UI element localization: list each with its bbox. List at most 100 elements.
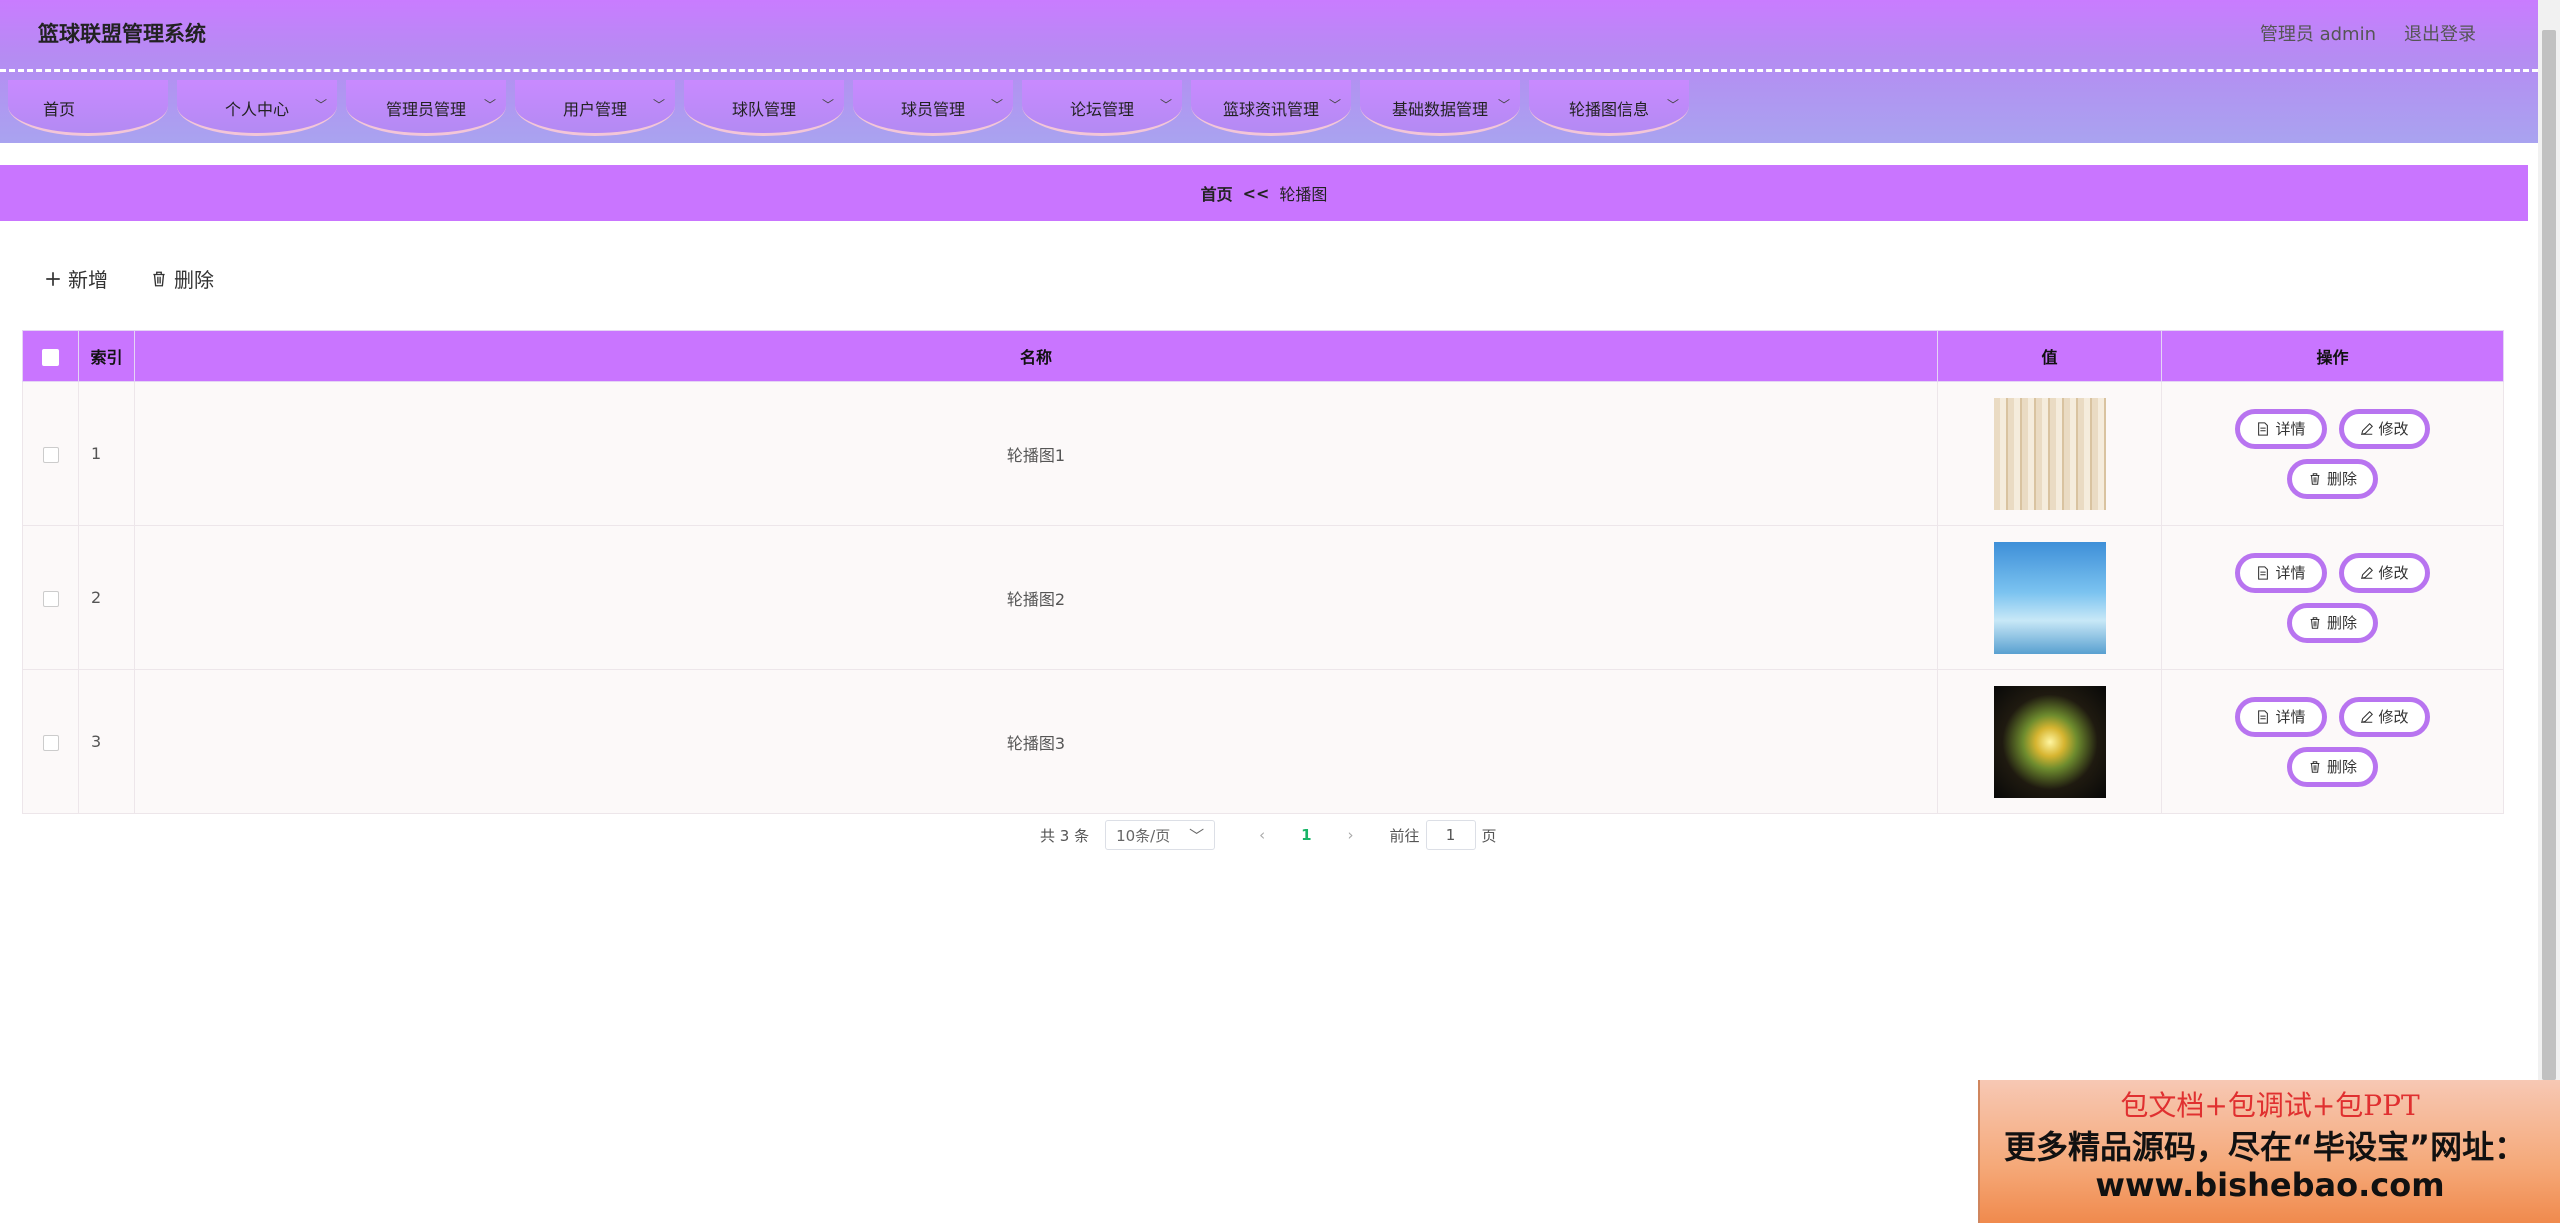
user-box: 管理员 admin 退出登录: [2260, 20, 2476, 46]
trash-icon: [2310, 472, 2320, 485]
nav-item-news[interactable]: 篮球资讯管理 ﹀: [1191, 80, 1351, 136]
page-scrollbar[interactable]: [2538, 0, 2560, 1223]
page-size-select[interactable]: 10条/页 ﹀: [1105, 820, 1216, 850]
nav-item-forum[interactable]: 论坛管理 ﹀: [1022, 80, 1182, 136]
nav-item-players[interactable]: 球员管理 ﹀: [853, 80, 1013, 136]
table-row: 2 轮播图2 详情 修改 删除: [22, 525, 2504, 670]
nav-item-label: 基础数据管理: [1391, 100, 1488, 119]
app-title: 篮球联盟管理系统: [38, 22, 206, 46]
detail-button[interactable]: 详情: [2235, 696, 2327, 737]
chevron-down-icon: ﹀: [314, 98, 327, 112]
column-header-actions: 操作: [2161, 330, 2504, 382]
edit-icon: [2360, 710, 2373, 723]
column-header-index: 索引: [78, 330, 135, 382]
nav-item-admin[interactable]: 管理员管理 ﹀: [346, 80, 506, 136]
delete-button[interactable]: 删除: [2286, 746, 2378, 787]
nav-item-label: 球员管理: [900, 100, 965, 119]
chevron-down-icon: ﹀: [1497, 98, 1510, 112]
batch-delete-button[interactable]: 删除: [150, 264, 214, 293]
edit-button[interactable]: 修改: [2338, 408, 2430, 449]
logout-link[interactable]: 退出登录: [2404, 20, 2476, 46]
promo-url[interactable]: www.bishebao.com: [1980, 1166, 2560, 1204]
select-all-checkbox[interactable]: [42, 348, 59, 366]
row-select-cell: [22, 381, 79, 526]
detail-button-label: 详情: [2275, 564, 2306, 582]
add-button-label: 新增: [68, 268, 108, 292]
nav-item-label: 球队管理: [731, 100, 796, 119]
row-select-cell: [22, 525, 79, 670]
goto-page-input[interactable]: 1: [1425, 820, 1476, 850]
row-checkbox[interactable]: [42, 734, 59, 751]
row-value: [1937, 381, 2162, 526]
chevron-down-icon: ﹀: [1189, 826, 1205, 845]
goto-prefix: 前往: [1389, 826, 1420, 845]
row-index: 3: [78, 669, 135, 814]
carousel-thumbnail[interactable]: [1993, 685, 2106, 798]
chevron-down-icon: ﹀: [821, 98, 834, 112]
row-name: 轮播图3: [134, 669, 1938, 814]
edit-button[interactable]: 修改: [2338, 552, 2430, 593]
nav-item-teams[interactable]: 球队管理 ﹀: [684, 80, 844, 136]
promo-banner: 包文档+包调试+包PPT 更多精品源码，尽在“毕设宝”网址： www.bishe…: [1978, 1080, 2560, 1223]
goto-suffix: 页: [1481, 826, 1497, 845]
main-nav: 首页 个人中心 ﹀ 管理员管理 ﹀ 用户管理 ﹀ 球队管理 ﹀ 球员管理 ﹀ 论…: [8, 80, 1698, 142]
add-button[interactable]: 新增: [44, 264, 108, 293]
nav-item-label: 用户管理: [562, 100, 627, 119]
trash-icon: [2310, 616, 2320, 629]
nav-item-profile[interactable]: 个人中心 ﹀: [177, 80, 337, 136]
breadcrumb-separator: <<: [1242, 183, 1270, 203]
nav-item-users[interactable]: 用户管理 ﹀: [515, 80, 675, 136]
breadcrumb-home[interactable]: 首页: [1201, 181, 1233, 205]
table-header-row: 索引 名称 值 操作: [22, 330, 2504, 382]
row-index: 2: [78, 525, 135, 670]
batch-delete-label: 删除: [174, 268, 214, 292]
edit-button[interactable]: 修改: [2338, 696, 2430, 737]
column-header-value: 值: [1937, 330, 2162, 382]
page-size-value: 10条/页: [1116, 826, 1171, 845]
delete-button-label: 删除: [2326, 758, 2357, 776]
plus-icon: [46, 271, 60, 286]
delete-button[interactable]: 删除: [2286, 602, 2378, 643]
row-checkbox[interactable]: [42, 446, 59, 463]
trash-icon: [153, 271, 165, 286]
edit-button-label: 修改: [2378, 564, 2409, 582]
edit-icon: [2360, 566, 2373, 579]
detail-button[interactable]: 详情: [2235, 408, 2327, 449]
next-page-icon[interactable]: ›: [1348, 826, 1354, 844]
detail-button-label: 详情: [2275, 420, 2306, 438]
document-icon: [2258, 421, 2269, 436]
toolbar: 新增 删除: [44, 264, 214, 293]
carousel-thumbnail[interactable]: [1993, 397, 2106, 510]
breadcrumb-current: 轮播图: [1279, 185, 1328, 204]
nav-item-label: 管理员管理: [385, 100, 466, 119]
page-number-current[interactable]: 1: [1301, 826, 1311, 844]
carousel-thumbnail[interactable]: [1993, 541, 2106, 654]
nav-item-carousel[interactable]: 轮播图信息 ﹀: [1529, 80, 1689, 136]
header-divider: [0, 69, 2538, 72]
chevron-down-icon: ﹀: [483, 98, 496, 112]
prev-page-icon[interactable]: ‹: [1259, 826, 1265, 844]
edit-button-label: 修改: [2378, 420, 2409, 438]
table-row: 1 轮播图1 详情 修改 删除: [22, 381, 2504, 526]
chevron-down-icon: ﹀: [1666, 98, 1679, 112]
breadcrumb: 首页 << 轮播图: [0, 165, 2528, 221]
carousel-table: 索引 名称 值 操作 1 轮播图1 详情 修改 删除 2 轮播图2 详情 修改 …: [22, 330, 2504, 814]
nav-item-label: 轮播图信息: [1568, 100, 1649, 119]
row-select-cell: [22, 669, 79, 814]
chevron-down-icon: ﹀: [1159, 98, 1172, 112]
top-header: 篮球联盟管理系统 管理员 admin 退出登录 首页 个人中心 ﹀ 管理员管理 …: [0, 0, 2538, 143]
promo-line-2: 更多精品源码，尽在“毕设宝”网址：: [2004, 1128, 2527, 1166]
chevron-down-icon: ﹀: [990, 98, 1003, 112]
detail-button[interactable]: 详情: [2235, 552, 2327, 593]
document-icon: [2258, 565, 2269, 580]
nav-item-base-data[interactable]: 基础数据管理 ﹀: [1360, 80, 1520, 136]
nav-item-home[interactable]: 首页: [8, 80, 168, 136]
delete-button-label: 删除: [2326, 470, 2357, 488]
trash-icon: [2310, 760, 2320, 773]
row-value: [1937, 669, 2162, 814]
row-checkbox[interactable]: [42, 590, 59, 607]
row-index: 1: [78, 381, 135, 526]
chevron-down-icon: ﹀: [652, 98, 665, 112]
scrollbar-thumb[interactable]: [2542, 30, 2556, 1080]
delete-button[interactable]: 删除: [2286, 458, 2378, 499]
